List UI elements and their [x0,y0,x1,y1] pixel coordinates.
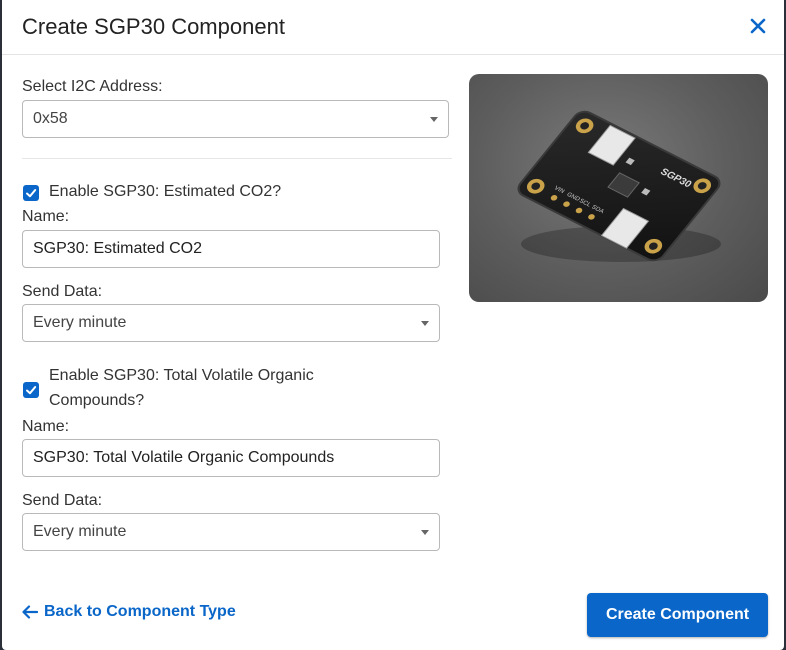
sensor-board-image: SGP30 VIN GND SCL SDA [469,74,768,302]
enable-tvoc-label-line2: Compounds? [49,392,145,409]
co2-send-data-select[interactable]: Every minute [22,304,440,342]
enable-tvoc-label-line1: Enable SGP30: Total Volatile Organic [49,367,314,384]
close-button[interactable] [746,14,770,38]
create-component-dialog: Create SGP30 Component Select I2C Addres… [2,0,784,650]
create-component-button[interactable]: Create Component [587,593,768,637]
checkmark-icon [26,189,37,198]
arrow-left-icon [22,605,38,619]
tvoc-name-label: Name: [22,418,70,435]
co2-send-data-label: Send Data: [22,283,103,300]
tvoc-send-data-label: Send Data: [22,492,103,509]
chevron-down-icon [430,117,438,122]
dialog-title: Create SGP30 Component [22,14,285,39]
enable-tvoc-label: Enable SGP30: Total Volatile Organic Com… [49,363,314,413]
i2c-address-label: Select I2C Address: [22,78,163,95]
back-to-component-type-link[interactable]: Back to Component Type [22,603,236,621]
tvoc-send-data-select[interactable]: Every minute [22,513,440,551]
back-link-label: Back to Component Type [44,603,236,620]
sgp30-board-illustration: SGP30 VIN GND SCL SDA [517,110,721,262]
i2c-address-select[interactable]: 0x58 [22,100,449,138]
chevron-down-icon [421,530,429,535]
co2-name-label: Name: [22,208,70,225]
co2-name-input[interactable]: SGP30: Estimated CO2 [22,230,440,268]
close-icon [750,18,766,34]
tvoc-name-input[interactable]: SGP30: Total Volatile Organic Compounds [22,439,440,477]
co2-send-data-value: Every minute [33,314,127,331]
enable-tvoc-checkbox[interactable] [23,382,39,398]
dialog-header: Create SGP30 Component [2,0,784,55]
checkmark-icon [26,386,37,395]
enable-co2-label: Enable SGP30: Estimated CO2? [49,183,282,200]
enable-co2-checkbox[interactable] [23,185,39,201]
chevron-down-icon [421,321,429,326]
i2c-address-value: 0x58 [33,110,68,127]
section-divider [22,158,452,159]
tvoc-send-data-value: Every minute [33,523,127,540]
